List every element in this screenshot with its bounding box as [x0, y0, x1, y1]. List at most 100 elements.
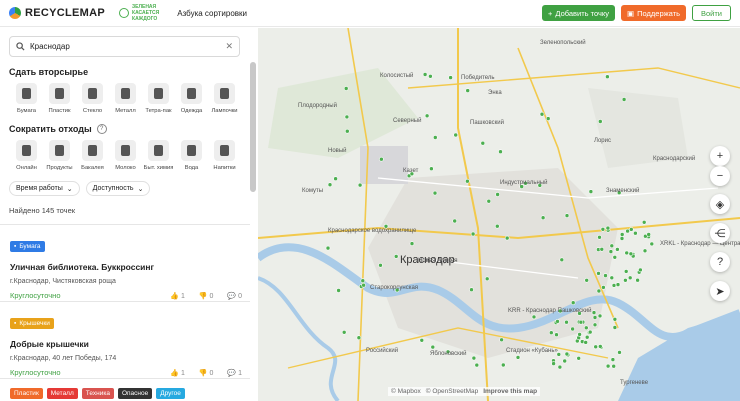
map-point-marker[interactable] — [327, 182, 333, 187]
map-point-marker[interactable] — [422, 72, 428, 77]
map-point-marker[interactable] — [452, 218, 457, 224]
map-point-marker[interactable] — [576, 355, 582, 361]
dislike-button[interactable]: 👎 0 — [199, 292, 214, 300]
map-point-marker[interactable] — [409, 241, 415, 246]
map-point-marker[interactable] — [469, 287, 474, 293]
reduce-category[interactable]: Быт. химия — [142, 140, 175, 171]
map-point-marker[interactable] — [495, 223, 500, 229]
point-card[interactable]: ▪ Бумага Уличная библиотека. Буккроссинг … — [0, 224, 250, 301]
map-canvas[interactable] — [258, 28, 740, 401]
map-point-marker[interactable] — [597, 344, 603, 349]
map-point-marker[interactable] — [627, 275, 633, 281]
reduce-category[interactable]: Напитки — [208, 140, 241, 171]
map-point-marker[interactable] — [499, 337, 504, 343]
sorting-guide-link[interactable]: Азбука сортировки — [177, 9, 247, 18]
map-point-marker[interactable] — [624, 250, 630, 256]
map-point-marker[interactable] — [612, 325, 618, 330]
map-point-marker[interactable] — [341, 329, 347, 335]
map-point-marker[interactable] — [379, 156, 384, 162]
map-point-marker[interactable] — [570, 300, 576, 306]
map-point-marker[interactable] — [596, 271, 601, 276]
map-point-marker[interactable] — [597, 235, 602, 240]
like-button[interactable]: 👍 1 — [170, 292, 185, 300]
map-point-marker[interactable] — [433, 135, 438, 140]
map-point-marker[interactable] — [545, 116, 551, 121]
clear-icon[interactable]: ✕ — [225, 41, 233, 52]
map-point-marker[interactable] — [635, 277, 640, 283]
map-point-marker[interactable] — [453, 132, 458, 138]
map-point-marker[interactable] — [559, 257, 565, 263]
map-point-marker[interactable] — [480, 140, 486, 146]
search-input[interactable]: Краснодар ✕ — [9, 36, 240, 57]
map-point-marker[interactable] — [597, 119, 603, 124]
map-point-marker[interactable] — [587, 329, 593, 335]
recycle-category[interactable]: Пластик — [43, 83, 76, 114]
map-point-marker[interactable] — [343, 86, 349, 91]
map-point-marker[interactable] — [564, 351, 570, 357]
map-point-marker[interactable] — [646, 232, 652, 237]
map-point-marker[interactable] — [623, 278, 628, 283]
map-point-marker[interactable] — [336, 288, 341, 293]
map-point-marker[interactable] — [591, 310, 597, 315]
map-point-marker[interactable] — [605, 363, 611, 369]
map-point-marker[interactable] — [562, 358, 568, 364]
map-point-marker[interactable] — [430, 344, 436, 350]
login-button[interactable]: Войти — [692, 5, 731, 21]
map-point-marker[interactable] — [621, 97, 627, 102]
map-point-marker[interactable] — [539, 111, 545, 117]
map-point-marker[interactable] — [557, 364, 563, 370]
map-point-marker[interactable] — [361, 282, 366, 288]
map-point-marker[interactable] — [619, 236, 625, 241]
map-point-marker[interactable] — [345, 128, 350, 134]
map-point-marker[interactable] — [555, 319, 560, 324]
map-point-marker[interactable] — [584, 278, 590, 283]
reduce-category[interactable]: Продукты — [43, 140, 76, 171]
recycle-category[interactable]: Одежда — [175, 83, 208, 114]
map-point-marker[interactable] — [495, 192, 500, 197]
map-point-marker[interactable] — [325, 245, 331, 251]
map-point-marker[interactable] — [597, 313, 603, 319]
improve-map-link[interactable]: Improve this map — [483, 388, 537, 395]
reduce-category[interactable]: Онлайн — [10, 140, 43, 171]
access-filter[interactable]: Доступность ⌄ — [85, 181, 151, 196]
map-point-marker[interactable] — [610, 357, 616, 362]
map-point-marker[interactable] — [612, 316, 618, 322]
logo[interactable]: RECYCLEMAP — [9, 7, 105, 19]
map-point-marker[interactable] — [470, 231, 476, 237]
map-point-marker[interactable] — [596, 288, 602, 294]
zoom-in-button[interactable]: + — [710, 146, 730, 166]
map-point-marker[interactable] — [619, 232, 625, 237]
osm-credit[interactable]: © OpenStreetMap — [426, 388, 478, 395]
map-point-marker[interactable] — [419, 337, 425, 343]
map-point-marker[interactable] — [600, 227, 606, 232]
map-point-marker[interactable] — [617, 350, 622, 355]
map-point-marker[interactable] — [605, 74, 610, 80]
recycle-category[interactable]: Тетра-пак — [142, 83, 175, 114]
map-point-marker[interactable] — [625, 228, 630, 234]
recycle-category[interactable]: Металл — [109, 83, 142, 114]
map-point-marker[interactable] — [577, 332, 582, 337]
map-point-marker[interactable] — [548, 330, 554, 336]
map-point-marker[interactable] — [615, 247, 620, 252]
map-point-marker[interactable] — [608, 249, 614, 254]
map-point-marker[interactable] — [623, 269, 629, 274]
map-point-marker[interactable] — [599, 247, 605, 252]
support-button[interactable]: ▣ Поддержать — [621, 5, 686, 21]
map-point-marker[interactable] — [333, 176, 338, 181]
map-point-marker[interactable] — [515, 355, 521, 360]
comments-button[interactable]: 💬 0 — [227, 292, 242, 300]
map-point-marker[interactable] — [628, 227, 634, 232]
map-point-marker[interactable] — [356, 335, 362, 341]
help-icon[interactable]: ? — [96, 124, 107, 134]
zoom-out-button[interactable]: − — [710, 166, 730, 186]
map-point-marker[interactable] — [465, 88, 470, 93]
map-point-marker[interactable] — [554, 332, 559, 338]
map-point-marker[interactable] — [638, 267, 643, 273]
map-point-marker[interactable] — [588, 189, 594, 194]
map-point-marker[interactable] — [615, 282, 621, 287]
map-point-marker[interactable] — [583, 325, 589, 331]
map-point-marker[interactable] — [393, 254, 399, 259]
map-point-marker[interactable] — [601, 285, 606, 290]
map-point-marker[interactable] — [609, 243, 615, 249]
map-point-marker[interactable] — [531, 314, 537, 320]
